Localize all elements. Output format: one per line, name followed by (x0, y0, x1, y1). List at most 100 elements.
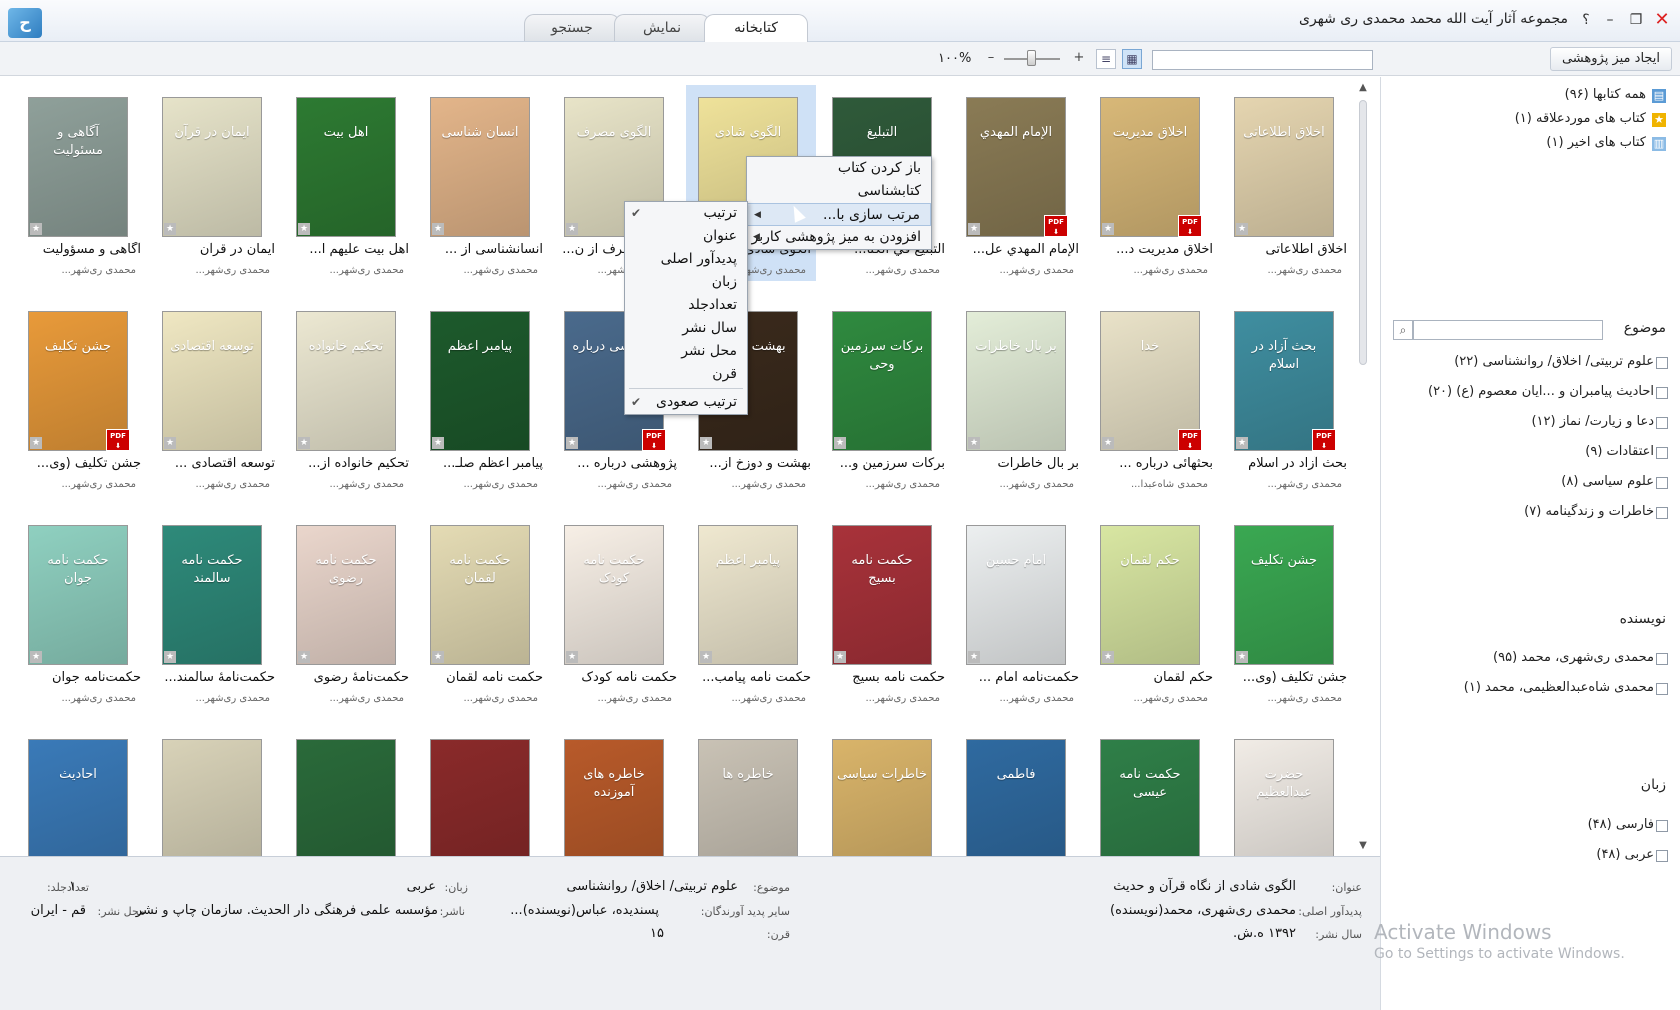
book-cover[interactable]: بر بال خاطرات (966, 311, 1066, 451)
book-cover[interactable] (162, 739, 262, 856)
favorite-star-icon[interactable]: ★ (566, 223, 578, 235)
favorite-star-icon[interactable]: ★ (1102, 223, 1114, 235)
favorite-star-icon[interactable]: ★ (1236, 437, 1248, 449)
favorite-star-icon[interactable]: ★ (834, 437, 846, 449)
book-item[interactable]: جشن تکلیف ★ PDF ⬇ جشن تکلیف (وی... محمدی ری‌ش… (16, 299, 146, 495)
book-item[interactable]: پیامبر اعظم ★ حکمت نامه پیامب... محمدی ری‌ش… (686, 513, 816, 709)
favorite-star-icon[interactable]: ★ (432, 223, 444, 235)
author-filter-item[interactable]: محمدی شاه‌عبدالعظیمی، محمد (۱) (1464, 680, 1654, 695)
grid-scrollbar[interactable]: ▲ ▼ (1356, 82, 1370, 854)
book-item[interactable]: پیامبر اعظم ★ پیامبر اعظم صلـ... محمدی ری‌ش… (418, 299, 548, 495)
favorite-star-icon[interactable]: ★ (1102, 437, 1114, 449)
zoom-slider-thumb[interactable] (1027, 50, 1036, 66)
help-button[interactable]: ؟ (1576, 10, 1596, 30)
book-item[interactable]: حکمت نامه بسیج ★ حکمت نامه بسیج محمدی ری‌شه… (820, 513, 950, 709)
book-item[interactable]: توسعه اقتصادی ★ توسعه اقتصادی ... محمدی ری‌… (150, 299, 280, 495)
book-cover[interactable] (430, 739, 530, 856)
book-item[interactable]: اهل بیت ★ اهل بیت علیهم ا... محمدی ری‌شهر..… (284, 85, 414, 281)
book-cover[interactable]: اخلاق اطلاعاتی (1234, 97, 1334, 237)
book-cover[interactable]: حکمت نامه جوان (28, 525, 128, 665)
book-cover[interactable]: حضرت عبدالعظیم (1234, 739, 1334, 856)
book-item[interactable]: حکمت نامه لقمان ★ حکمت نامه لقمان محمدی ری‌… (418, 513, 548, 709)
toolbar-search-input[interactable] (1152, 50, 1373, 70)
menu-open-book[interactable]: باز کردن کتاب (747, 157, 931, 180)
book-cover[interactable]: خاطره های آموزنده (564, 739, 664, 856)
menu-sort-by[interactable]: مرتب سازی با... ◀ (747, 203, 931, 226)
menu-add-to-desk[interactable]: افزودن به میز پژوهشی کاربر ◀ (747, 226, 931, 249)
book-item[interactable]: ★ (150, 727, 280, 856)
subject-filter-item[interactable]: علوم تربیتی/ اخلاق/ روانشناسی (۲۲) (1454, 354, 1654, 369)
favorite-star-icon[interactable]: ★ (1102, 651, 1114, 663)
book-cover[interactable]: خاطره ها (698, 739, 798, 856)
library-favorites[interactable]: کتاب های موردعلاقه (۱) (1515, 111, 1646, 126)
book-cover[interactable]: آگاهی و مسئولیت (28, 97, 128, 237)
filter-checkbox[interactable] (1656, 820, 1668, 832)
book-item[interactable]: آگاهی و مسئولیت ★ آگاهی و مسؤولیت محمدی ری‌… (16, 85, 146, 281)
filter-checkbox[interactable] (1656, 387, 1668, 399)
filter-checkbox[interactable] (1656, 447, 1668, 459)
list-view-icon[interactable]: ≡ (1096, 49, 1116, 69)
filter-checkbox[interactable] (1656, 357, 1668, 369)
book-item[interactable]: خدا ★ PDF ⬇ بحثهائی درباره ... محمدی شاه‌عبدا… (1088, 299, 1218, 495)
restore-button[interactable]: ❐ (1626, 10, 1646, 30)
subject-filter-item[interactable]: خاطرات و زندگینامه (۷) (1524, 504, 1654, 519)
book-cover[interactable]: پیامبر اعظم (430, 311, 530, 451)
book-item[interactable]: حکم لقمان ★ حکم لقمان محمدی ری‌شهر... (1088, 513, 1218, 709)
tab-display[interactable]: نمایش (614, 14, 710, 41)
book-item[interactable]: حکمت نامه جوان ★ حکمت‌نامه جوان محمدی ری‌شه… (16, 513, 146, 709)
subject-filter-item[interactable]: علوم سیاسی (۸) (1561, 474, 1654, 489)
subject-filter-search[interactable] (1413, 320, 1603, 340)
favorite-star-icon[interactable]: ★ (566, 437, 578, 449)
book-item[interactable]: حکمت نامه کودک ★ حکمت نامه کودک محمدی ری‌شه… (552, 513, 682, 709)
book-item[interactable]: ایمان در قرآن ★ ایمان در قرآن محمدی ری‌شهر.… (150, 85, 280, 281)
book-cover[interactable]: برکات سرزمین وحی (832, 311, 932, 451)
filter-checkbox[interactable] (1656, 507, 1668, 519)
favorite-star-icon[interactable]: ★ (968, 651, 980, 663)
book-cover[interactable]: حکم لقمان (1100, 525, 1200, 665)
new-research-desk-button[interactable]: ایجاد میز پژوهشی (1550, 47, 1672, 71)
book-cover[interactable]: حکمت نامه بسیج (832, 525, 932, 665)
book-cover[interactable]: توسعه اقتصادی (162, 311, 262, 451)
filter-checkbox[interactable] (1656, 417, 1668, 429)
book-item[interactable]: خاطره ها★PDF⬇ (686, 727, 816, 856)
book-cover[interactable]: امام حسین (966, 525, 1066, 665)
favorite-star-icon[interactable]: ★ (700, 437, 712, 449)
book-cover[interactable]: حکمت نامه عیسی (1100, 739, 1200, 856)
book-item[interactable]: حضرت عبدالعظیم★ (1222, 727, 1352, 856)
book-item[interactable]: بر بال خاطرات ★ بر بال خاطرات محمدی ری‌شهر.… (954, 299, 1084, 495)
book-cover[interactable]: تحکیم خانواده (296, 311, 396, 451)
book-cover[interactable]: جشن تکلیف (1234, 525, 1334, 665)
book-cover[interactable]: ایمان در قرآن (162, 97, 262, 237)
favorite-star-icon[interactable]: ★ (298, 223, 310, 235)
author-filter-item[interactable]: محمدی ری‌شهری، محمد (۹۵) (1493, 650, 1654, 665)
grid-view-icon[interactable]: ▦ (1122, 49, 1142, 69)
favorite-star-icon[interactable]: ★ (432, 437, 444, 449)
subject-filter-item[interactable]: دعا و زیارت/ نماز (۱۲) (1531, 414, 1654, 429)
sort-option[interactable]: محل نشر (625, 340, 747, 363)
book-cover[interactable]: احادیث (28, 739, 128, 856)
book-item[interactable]: تحکیم خانواده ★ تحکیم خانواده از... محمدی ر… (284, 299, 414, 495)
book-cover[interactable]: حکمت نامه رضوی (296, 525, 396, 665)
language-filter-item[interactable]: عربی (۴۸) (1596, 847, 1654, 862)
book-cover[interactable]: انسان شناسی (430, 97, 530, 237)
book-item[interactable]: حکمت نامه سالمند ★ حکمت‌نامهٔ سالمند... محم… (150, 513, 280, 709)
favorite-star-icon[interactable]: ★ (298, 437, 310, 449)
book-item[interactable]: خاطره های آموزنده★ (552, 727, 682, 856)
favorite-star-icon[interactable]: ★ (1236, 223, 1248, 235)
book-cover[interactable]: حکمت نامه سالمند (162, 525, 262, 665)
favorite-star-icon[interactable]: ★ (834, 651, 846, 663)
favorite-star-icon[interactable]: ★ (30, 437, 42, 449)
book-cover[interactable]: خاطرات سیاسی (832, 739, 932, 856)
scroll-thumb[interactable] (1359, 100, 1367, 365)
book-cover[interactable]: حکمت نامه لقمان (430, 525, 530, 665)
book-cover[interactable] (296, 739, 396, 856)
favorite-star-icon[interactable]: ★ (432, 651, 444, 663)
sort-option[interactable]: پدیدآور اصلی (625, 248, 747, 271)
tab-library[interactable]: کتابخانه (704, 14, 808, 42)
filter-checkbox[interactable] (1656, 653, 1668, 665)
filter-checkbox[interactable] (1656, 683, 1668, 695)
favorite-star-icon[interactable]: ★ (700, 651, 712, 663)
scroll-down-icon[interactable]: ▼ (1356, 840, 1370, 854)
favorite-star-icon[interactable]: ★ (30, 223, 42, 235)
book-cover[interactable]: حکمت نامه کودک (564, 525, 664, 665)
